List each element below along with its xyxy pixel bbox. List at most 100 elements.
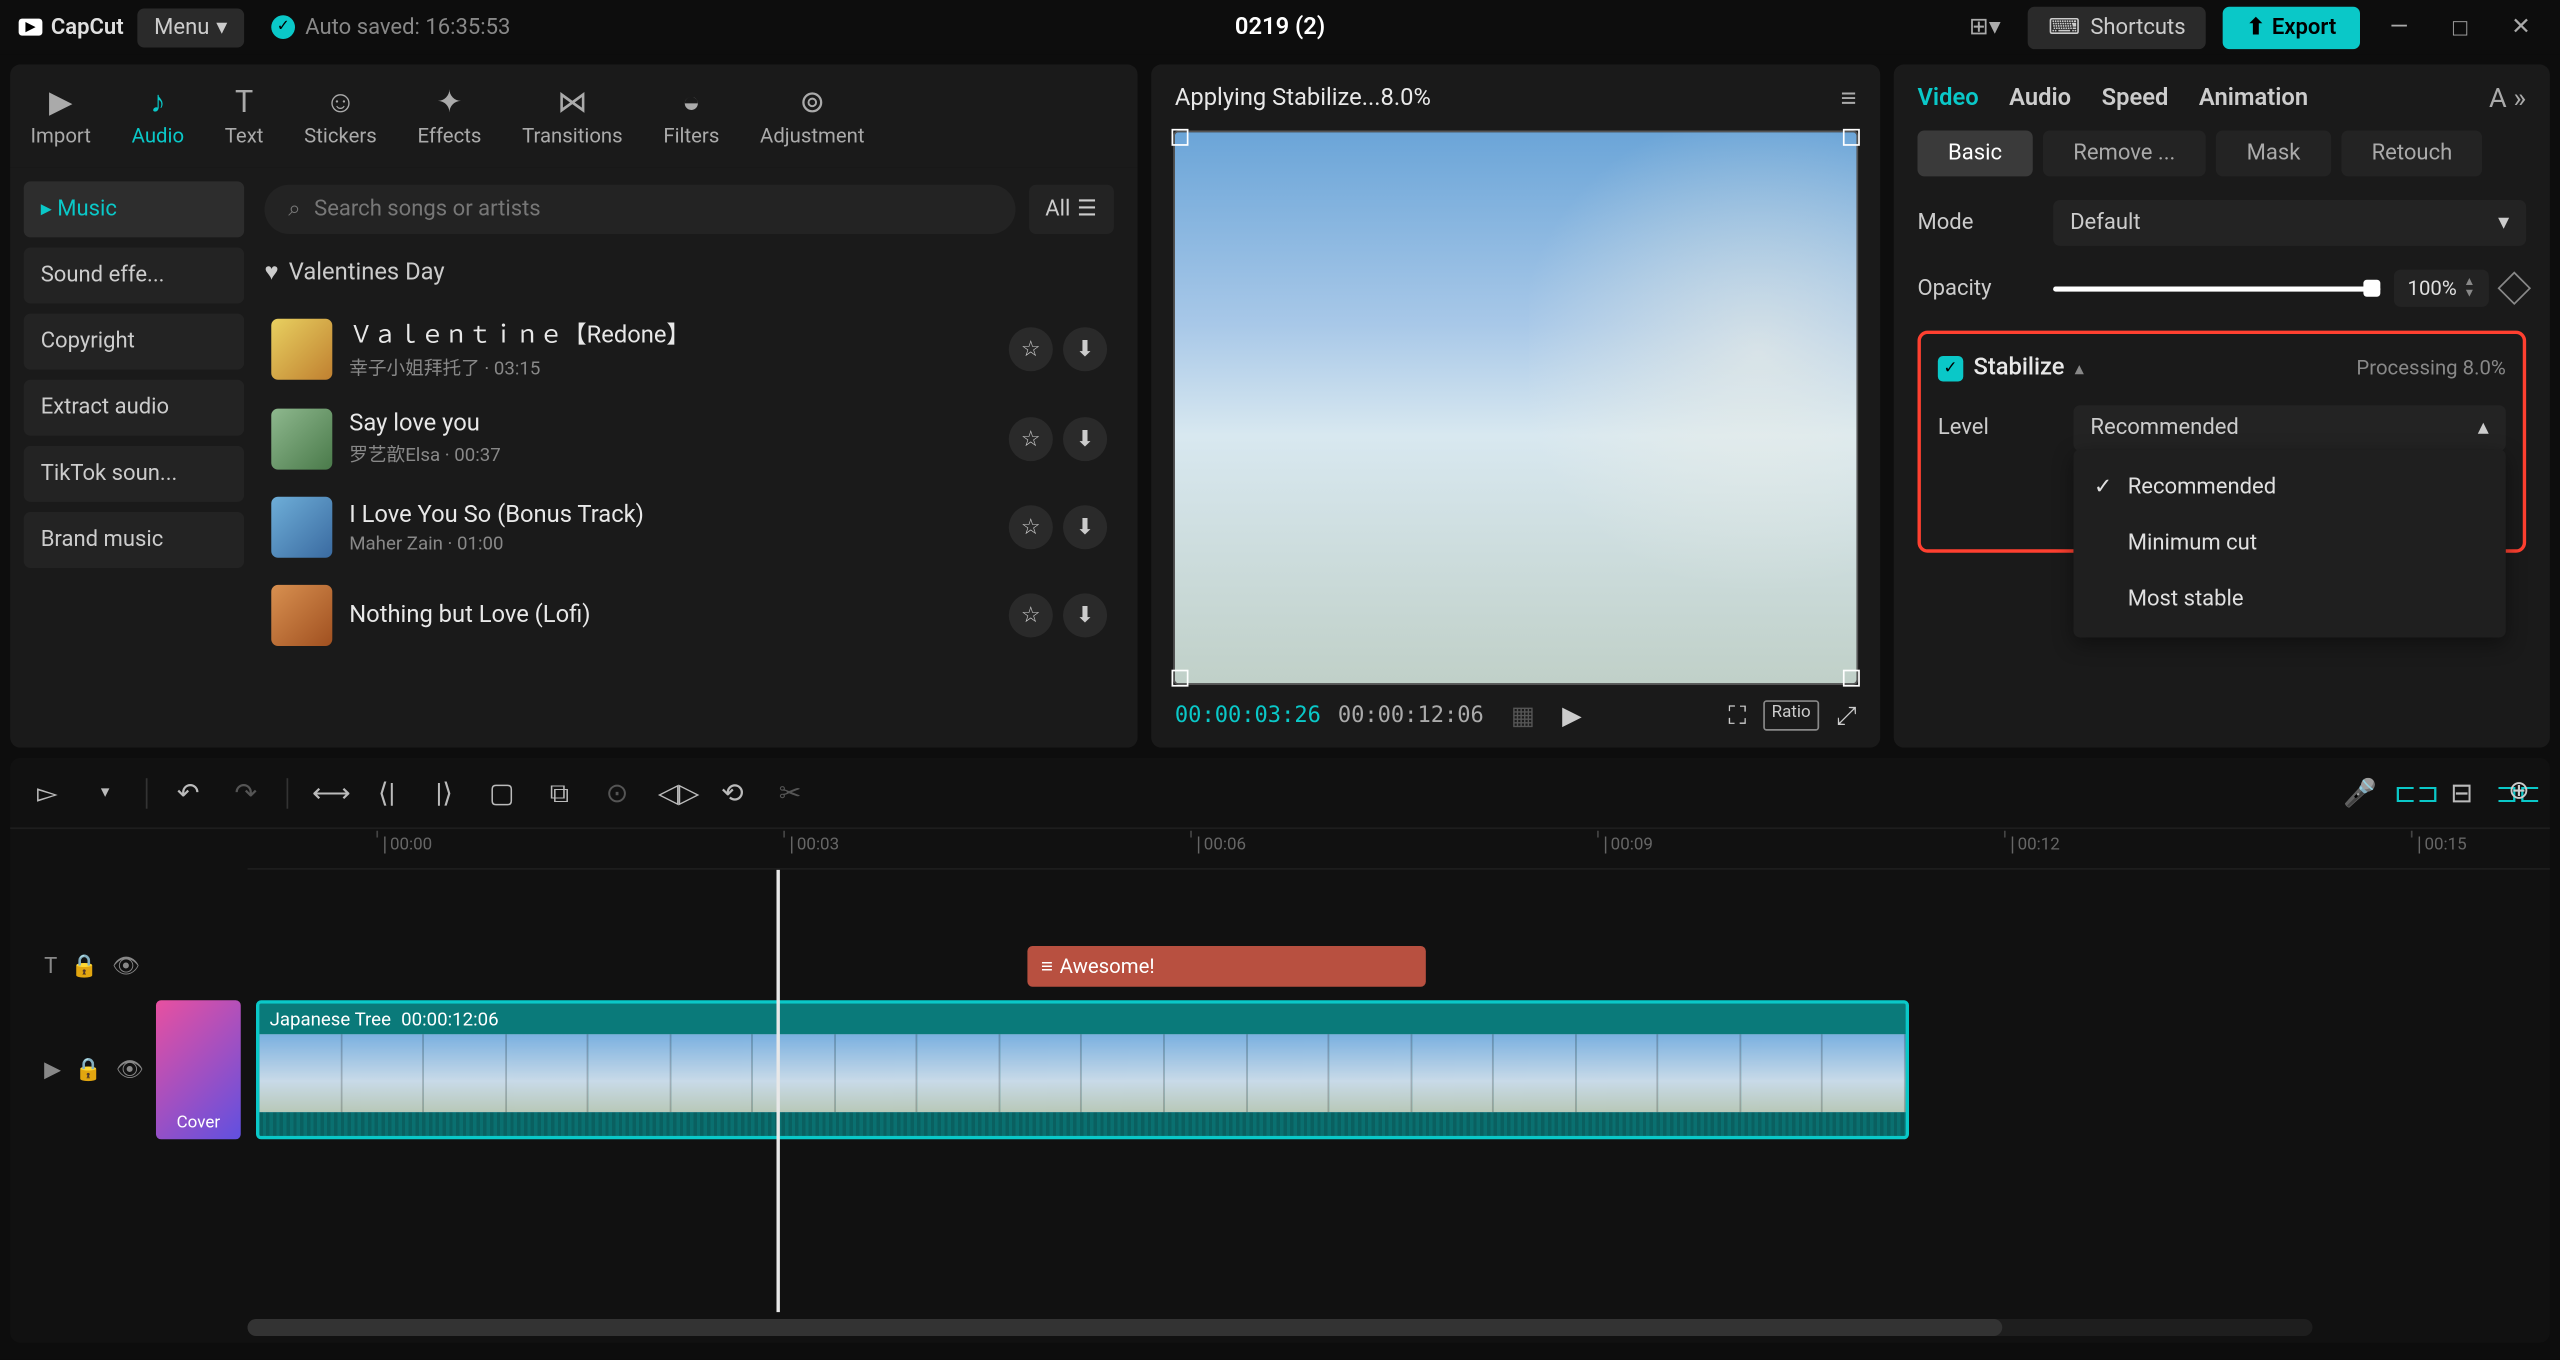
- maximize-button[interactable]: □: [2438, 5, 2482, 49]
- duplicate-icon[interactable]: ⧉: [543, 776, 577, 810]
- playhead[interactable]: [776, 870, 779, 1312]
- download-icon[interactable]: ⬇: [1063, 417, 1107, 461]
- favorite-icon[interactable]: ☆: [1009, 505, 1053, 549]
- cat-music[interactable]: ▸ Music: [24, 181, 244, 237]
- stabilize-checkbox[interactable]: ✓: [1938, 355, 1963, 380]
- rp-sub-remove[interactable]: Remove ...: [2043, 131, 2206, 177]
- rotate-icon[interactable]: ⟲: [715, 776, 749, 808]
- favorite-icon[interactable]: ☆: [1009, 417, 1053, 461]
- shortcuts-button[interactable]: ⌨Shortcuts: [2028, 6, 2206, 48]
- rp-sub-mask[interactable]: Mask: [2216, 131, 2331, 177]
- chevron-down-icon[interactable]: ▾: [88, 783, 122, 802]
- opacity-value[interactable]: 100%▲▼: [2394, 270, 2489, 307]
- tab-audio[interactable]: ♪Audio: [111, 75, 204, 158]
- mic-icon[interactable]: 🎤: [2343, 776, 2377, 808]
- level-select[interactable]: Recommended▴: [2073, 405, 2505, 451]
- favorite-icon[interactable]: ☆: [1009, 593, 1053, 637]
- rp-tab-video[interactable]: Video: [1917, 84, 1978, 111]
- level-option-minimum-cut[interactable]: Minimum cut: [2073, 515, 2505, 571]
- video-clip[interactable]: Japanese Tree00:00:12:06: [256, 1000, 1909, 1139]
- cover-clip[interactable]: Cover: [156, 1000, 241, 1139]
- freeze-icon[interactable]: ⊙: [600, 776, 634, 808]
- download-icon[interactable]: ⬇: [1063, 327, 1107, 371]
- level-option-most-stable[interactable]: Most stable: [2073, 571, 2505, 627]
- link-icon[interactable]: ⊟: [2445, 776, 2479, 808]
- filter-all-button[interactable]: All ☰: [1028, 185, 1114, 234]
- resize-handle[interactable]: [1843, 129, 1860, 146]
- play-button[interactable]: ▶: [1562, 700, 1582, 731]
- delete-icon[interactable]: ▢: [485, 776, 519, 808]
- resize-handle[interactable]: [1843, 670, 1860, 687]
- rp-sub-basic[interactable]: Basic: [1917, 131, 2032, 177]
- zoom-fit-icon[interactable]: ⊕: [2508, 775, 2529, 806]
- download-icon[interactable]: ⬇: [1063, 505, 1107, 549]
- cat-extract-audio[interactable]: Extract audio: [24, 380, 244, 436]
- song-item[interactable]: Nothing but Love (Lofi) ☆⬇: [264, 571, 1113, 659]
- timecode-current: 00:00:03:26: [1175, 703, 1321, 728]
- lock-icon[interactable]: 🔒: [75, 1057, 102, 1082]
- rp-sub-retouch[interactable]: Retouch: [2341, 131, 2483, 177]
- tab-effects[interactable]: ✦Effects: [397, 75, 502, 158]
- fullscreen-icon[interactable]: ⤢: [1836, 700, 1856, 731]
- favorite-icon[interactable]: ☆: [1009, 327, 1053, 371]
- text-clip[interactable]: ≡Awesome!: [1027, 946, 1425, 987]
- mode-select[interactable]: Default▾: [2053, 200, 2526, 246]
- song-item[interactable]: Ｖａｌｅｎｔｉｎｅ【Redone】幸子小姐拜托了 · 03:15 ☆⬇: [264, 303, 1113, 395]
- cat-copyright[interactable]: Copyright: [24, 314, 244, 370]
- grid-icon[interactable]: ▦: [1511, 700, 1535, 731]
- chevron-down-icon: ▾: [216, 14, 227, 39]
- close-button[interactable]: ✕: [2499, 5, 2543, 49]
- minimize-button[interactable]: —: [2377, 5, 2421, 49]
- tab-transitions[interactable]: ⋈Transitions: [502, 75, 643, 158]
- rp-tabs-more[interactable]: A »: [2489, 81, 2526, 113]
- crop-preview-icon[interactable]: ⛶: [1728, 700, 1746, 731]
- tab-text[interactable]: TText: [204, 75, 283, 158]
- tab-filters[interactable]: ◒Filters: [643, 75, 740, 158]
- rp-tab-speed[interactable]: Speed: [2102, 84, 2169, 111]
- ruler-tick: |00:09: [1600, 836, 1652, 855]
- cat-brand-music[interactable]: Brand music: [24, 512, 244, 568]
- resize-handle[interactable]: [1172, 129, 1189, 146]
- scrollbar-thumb[interactable]: [248, 1319, 2003, 1336]
- ratio-button[interactable]: Ratio: [1763, 700, 1819, 731]
- menu-button[interactable]: Menu▾: [137, 8, 244, 47]
- keyframe-icon[interactable]: [2497, 271, 2531, 305]
- undo-icon[interactable]: ↶: [171, 776, 205, 808]
- ruler-tick: |00:12: [2007, 836, 2059, 855]
- timeline-ruler[interactable]: |00:00 |00:03 |00:06 |00:09 |00:12 |00:1…: [248, 829, 2550, 870]
- trim-right-icon[interactable]: |⟩: [427, 776, 461, 808]
- lock-icon[interactable]: 🔒: [71, 954, 98, 979]
- song-item[interactable]: I Love You So (Bonus Track)Maher Zain · …: [264, 483, 1113, 571]
- opacity-slider[interactable]: [2053, 286, 2380, 291]
- song-item[interactable]: Say love you罗艺歆Elsa · 00:37 ☆⬇: [264, 395, 1113, 483]
- preview-canvas[interactable]: [1175, 132, 1857, 683]
- mode-label: Mode: [1917, 210, 2036, 235]
- stickers-icon: ☺: [325, 85, 356, 119]
- tab-import[interactable]: ▶Import: [10, 75, 111, 158]
- pointer-tool-icon[interactable]: ▻: [31, 776, 65, 808]
- cat-tiktok-sounds[interactable]: TikTok soun...: [24, 446, 244, 502]
- rp-tab-animation[interactable]: Animation: [2199, 84, 2308, 111]
- level-option-recommended[interactable]: Recommended: [2073, 459, 2505, 515]
- download-icon[interactable]: ⬇: [1063, 593, 1107, 637]
- chevron-up-icon[interactable]: ▴: [2075, 357, 2084, 379]
- tab-stickers[interactable]: ☺Stickers: [284, 75, 397, 158]
- magnet-icon[interactable]: ⊏⊐: [2394, 776, 2428, 808]
- rp-tab-audio[interactable]: Audio: [2009, 84, 2071, 111]
- eye-icon[interactable]: 👁: [112, 954, 140, 979]
- split-icon[interactable]: ⟷: [312, 776, 346, 808]
- trim-left-icon[interactable]: ⟨|: [370, 776, 404, 808]
- mirror-icon[interactable]: ◁▷: [658, 776, 692, 808]
- preview-menu-icon[interactable]: ≡: [1841, 81, 1857, 115]
- eye-icon[interactable]: 👁: [116, 1057, 144, 1082]
- tab-adjustment[interactable]: ⊚Adjustment: [740, 75, 885, 158]
- redo-icon[interactable]: ↷: [229, 776, 263, 808]
- layout-icon[interactable]: ⊞▾: [1959, 14, 2011, 41]
- crop-icon[interactable]: ✂: [773, 776, 807, 808]
- resize-handle[interactable]: [1172, 670, 1189, 687]
- slider-thumb[interactable]: [2363, 279, 2380, 296]
- search-input[interactable]: ⌕Search songs or artists: [264, 185, 1014, 234]
- export-button[interactable]: ⬆Export: [2223, 6, 2360, 48]
- cat-sound-effects[interactable]: Sound effe...: [24, 248, 244, 304]
- timeline-scrollbar[interactable]: [248, 1319, 2313, 1336]
